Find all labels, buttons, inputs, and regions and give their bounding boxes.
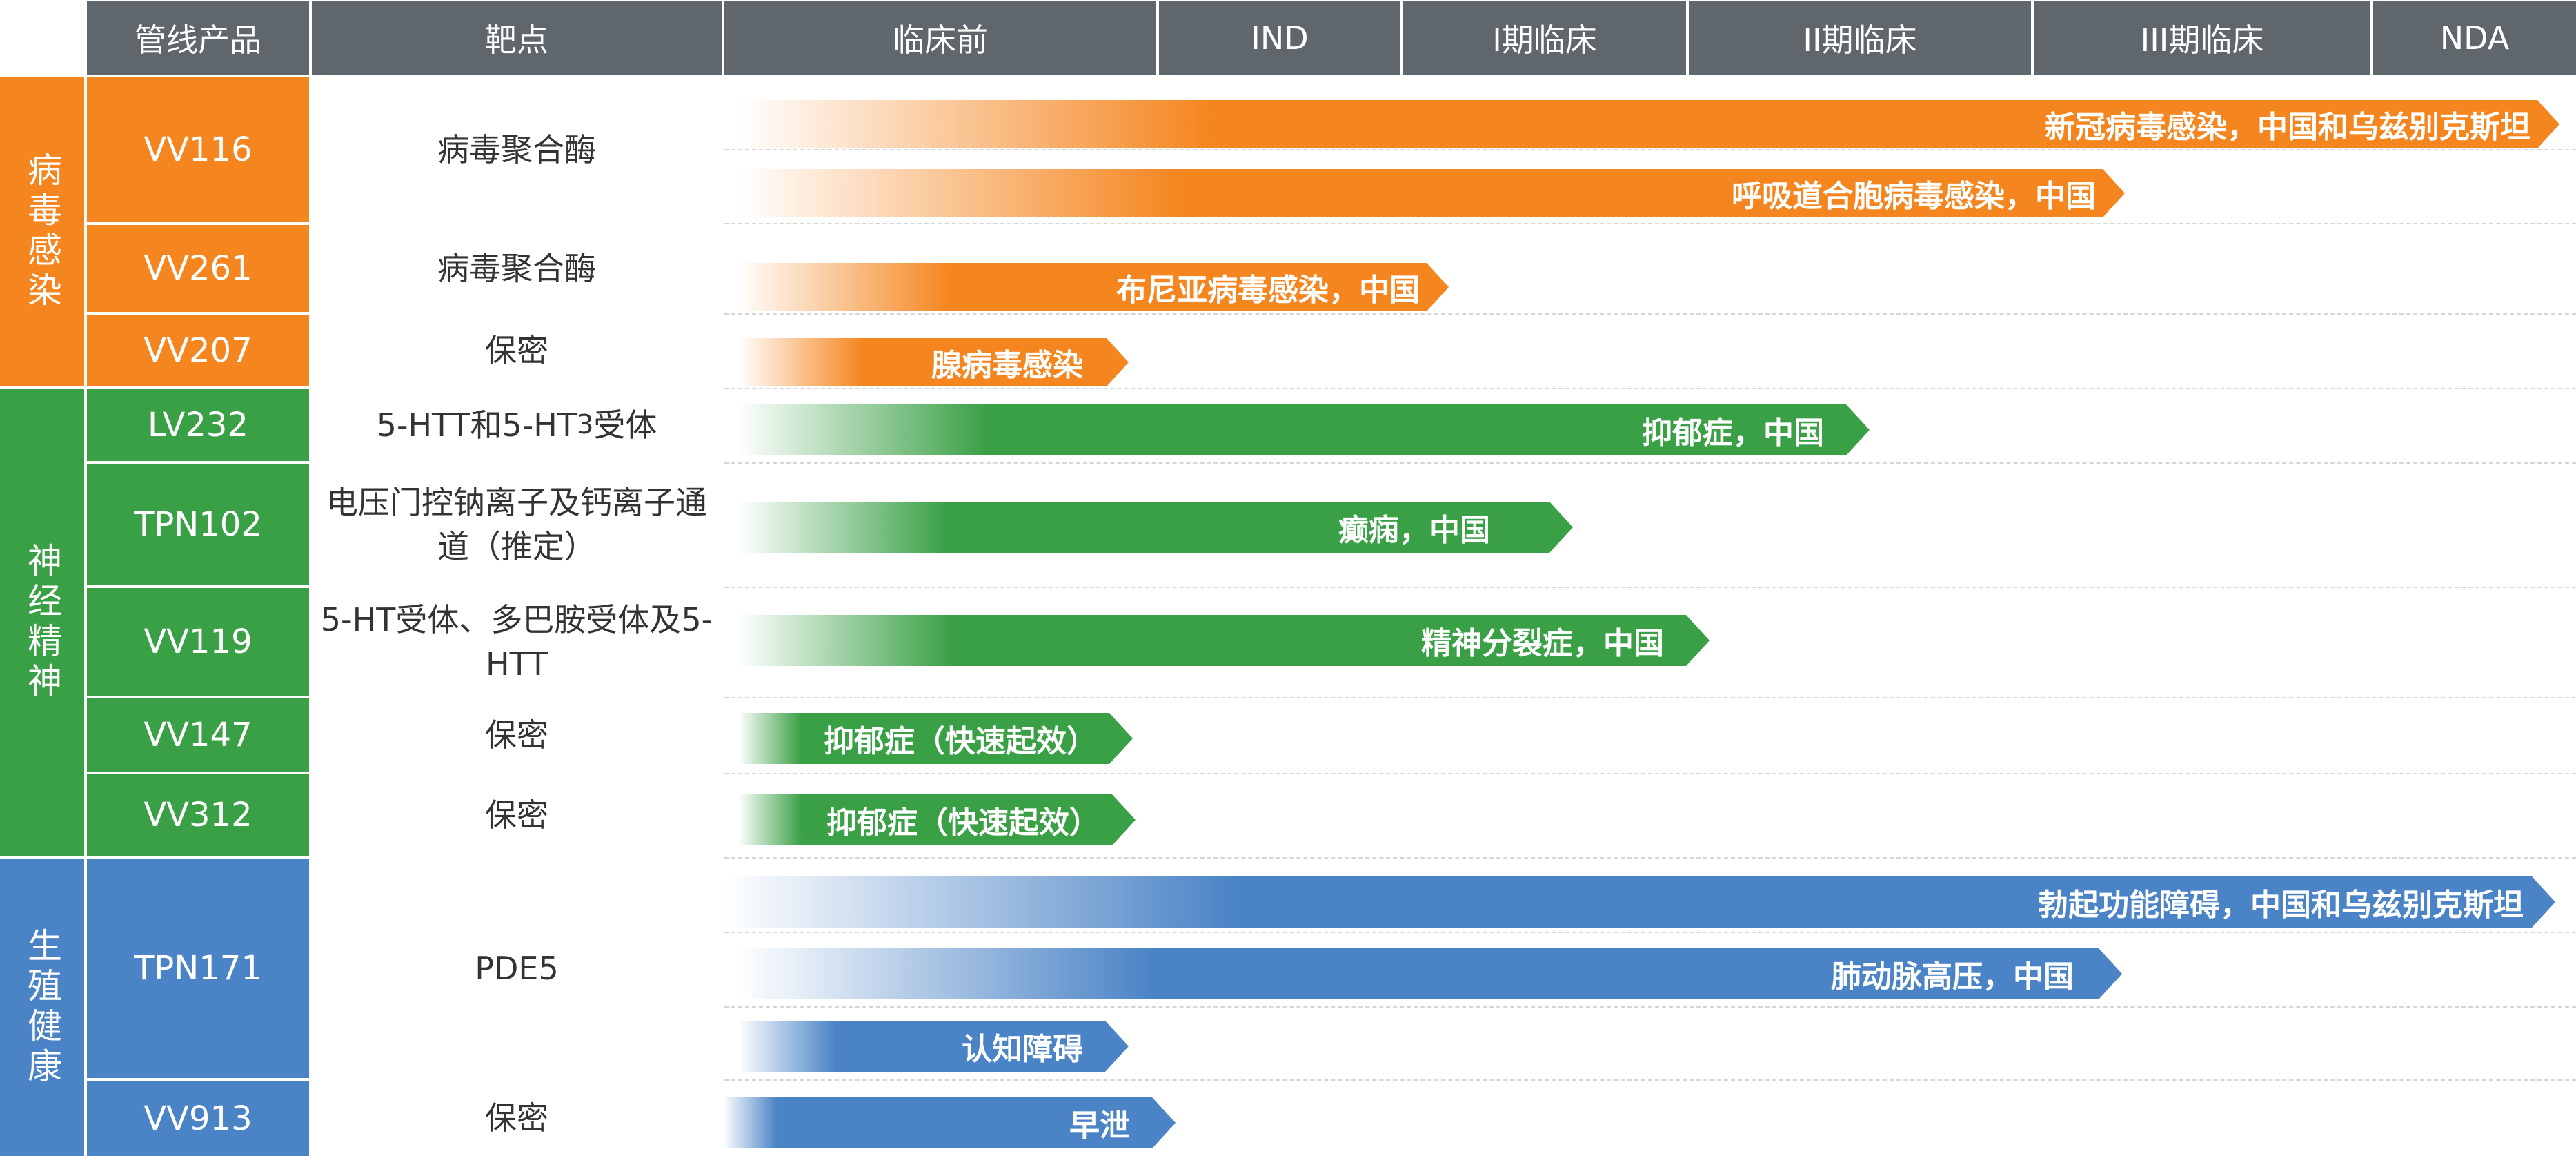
progress-arrow-vv119-schizophrenia: 精神分裂症，中国 xyxy=(738,615,1710,666)
progress-arrow-label: 布尼亚病毒感染，中国 xyxy=(1116,273,1420,308)
progress-arrow-label: 认知障碍 xyxy=(962,1032,1083,1067)
header-nda: NDA xyxy=(2373,1,2576,75)
progress-arrow-label: 抑郁症（快速起效） xyxy=(824,724,1097,759)
header-phase3: III期临床 xyxy=(2034,1,2370,75)
progress-arrow-label: 早泄 xyxy=(1069,1108,1130,1144)
category-repro: 生殖健康 xyxy=(0,859,84,1156)
progress-arrow-vv312-depression-rapid: 抑郁症（快速起效） xyxy=(738,794,1136,845)
product-lv232: LV232 xyxy=(87,389,309,461)
category-repro-label: 生殖健康 xyxy=(22,927,62,1088)
row-separator xyxy=(724,857,2576,859)
target-vv261: 病毒聚合酶 xyxy=(437,249,596,287)
target-tpn171: PDE5 xyxy=(475,949,559,987)
category-neuro: 神经精神 xyxy=(0,389,84,856)
product-vv147: VV147 xyxy=(87,698,309,772)
progress-arrow-tpn171-ed: 勃起功能障碍，中国和乌兹别克斯坦 xyxy=(724,876,2555,928)
progress-arrow-label: 肺动脉高压，中国 xyxy=(1831,959,2074,995)
header-preclinical: 临床前 xyxy=(724,1,1156,75)
row-separator xyxy=(724,313,2576,315)
progress-arrow-label: 呼吸道合胞病毒感染，中国 xyxy=(1732,179,2096,214)
progress-arrow-vv207-adeno: 腺病毒感染 xyxy=(738,338,1129,386)
product-tpn102: TPN102 xyxy=(87,464,309,585)
product-vv119: VV119 xyxy=(87,588,309,696)
progress-arrow-label: 癫痫，中国 xyxy=(1338,513,1490,548)
target-vv147: 保密 xyxy=(485,716,548,754)
progress-arrow-label: 勃起功能障碍，中国和乌兹别克斯坦 xyxy=(2038,888,2524,923)
progress-arrow-vv261-bunya: 布尼亚病毒感染，中国 xyxy=(738,263,1449,311)
row-separator xyxy=(724,932,2576,933)
product-vv116: VV116 xyxy=(87,77,309,222)
row-separator xyxy=(724,587,2576,588)
row-separator xyxy=(724,149,2576,150)
row-separator xyxy=(724,223,2576,224)
product-tpn171: TPN171 xyxy=(87,859,309,1078)
product-vv312: VV312 xyxy=(87,774,309,856)
header-target: 靶点 xyxy=(312,1,722,75)
progress-arrow-vv116-covid: 新冠病毒感染，中国和乌兹别克斯坦 xyxy=(738,100,2559,148)
row-separator xyxy=(724,1079,2576,1081)
progress-arrow-tpn102-epilepsy: 癫痫，中国 xyxy=(738,502,1573,553)
progress-arrow-lv232-depression: 抑郁症，中国 xyxy=(738,404,1870,455)
progress-arrow-label: 抑郁症，中国 xyxy=(1642,415,1824,451)
target-vv312: 保密 xyxy=(485,796,548,834)
header-phase1: I期临床 xyxy=(1403,1,1686,75)
category-neuro-label: 神经精神 xyxy=(22,542,62,703)
target-vv116: 病毒聚合酶 xyxy=(437,130,596,168)
progress-arrow-label: 精神分裂症，中国 xyxy=(1421,626,1664,661)
progress-arrow-tpn171-pah: 肺动脉高压，中国 xyxy=(738,948,2122,999)
row-separator xyxy=(724,462,2576,464)
progress-arrow-vv116-rsv: 呼吸道合胞病毒感染，中国 xyxy=(738,169,2125,217)
progress-arrow-label: 腺病毒感染 xyxy=(931,348,1083,383)
row-separator xyxy=(724,388,2576,389)
product-vv913: VV913 xyxy=(87,1081,309,1156)
product-vv261: VV261 xyxy=(87,225,309,312)
row-separator xyxy=(724,1006,2576,1008)
header-ind: IND xyxy=(1159,1,1400,75)
target-vv207: 保密 xyxy=(485,331,548,369)
progress-arrow-vv913-pe: 早泄 xyxy=(723,1097,1176,1148)
target-vv119: 5-HT受体、多巴胺受体及5-HTT xyxy=(320,600,713,683)
target-tpn102: 电压门控钠离子及钙离子通道（推定） xyxy=(326,483,707,565)
category-virus-label: 病毒感染 xyxy=(22,152,62,312)
target-lv232: 5-HTT和5-HT 3 受体 xyxy=(376,406,657,444)
product-vv207: VV207 xyxy=(87,315,309,386)
progress-arrow-vv147-depression-rapid: 抑郁症（快速起效） xyxy=(738,713,1133,764)
row-separator xyxy=(724,773,2576,774)
row-separator xyxy=(724,697,2576,698)
header-product: 管线产品 xyxy=(87,1,309,75)
header-phase2: II期临床 xyxy=(1689,1,2031,75)
progress-arrow-label: 抑郁症（快速起效） xyxy=(826,805,1100,841)
progress-arrow-tpn171-cognitive: 认知障碍 xyxy=(738,1021,1129,1072)
target-vv913: 保密 xyxy=(485,1099,548,1137)
progress-arrow-label: 新冠病毒感染，中国和乌兹别克斯坦 xyxy=(2045,110,2530,145)
category-virus: 病毒感染 xyxy=(0,77,84,386)
